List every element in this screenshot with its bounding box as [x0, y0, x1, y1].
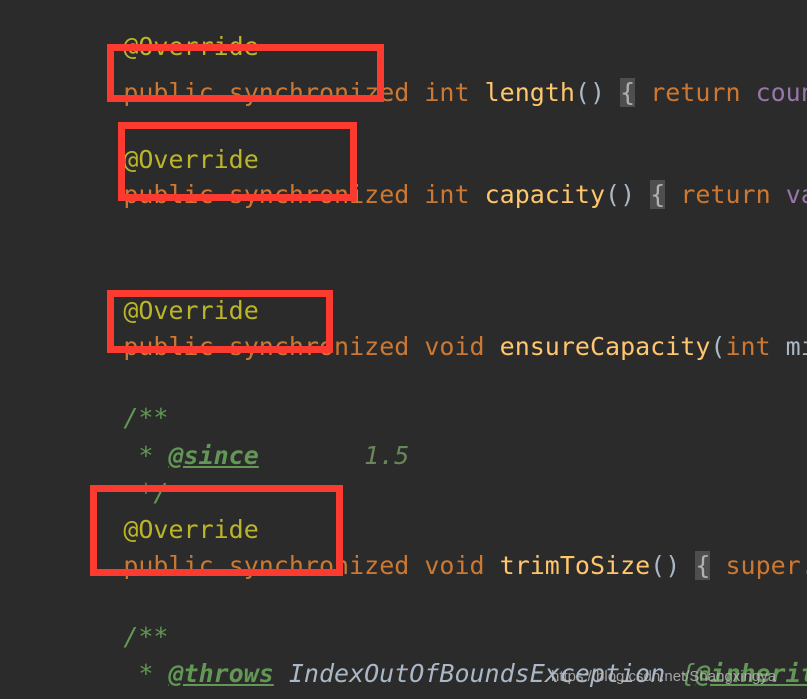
method-name-trimtosize: trimToSize: [499, 551, 651, 580]
keyword-public: public: [123, 332, 214, 361]
code-line-capacity-signature: public synchronized int capacity() { ret…: [33, 150, 807, 240]
param-minimumcapacity: minimumCapa: [785, 332, 807, 361]
keyword-int: int: [424, 78, 470, 107]
parens-trimtosize: (): [650, 551, 681, 580]
csdn-watermark: https://blog.csdn.net/Shangxingya: [551, 668, 777, 685]
field-count: count: [755, 78, 807, 107]
code-screenshot: @Override public synchronized int length…: [0, 0, 807, 699]
keyword-void: void: [424, 332, 485, 361]
keyword-synchronized: synchronized: [228, 78, 410, 107]
keyword-synchronized: synchronized: [228, 332, 410, 361]
keyword-synchronized: synchronized: [228, 180, 410, 209]
javadoc-since-value: 1.5: [364, 441, 410, 470]
keyword-synchronized: synchronized: [228, 551, 410, 580]
method-name-ensurecapacity: ensureCapacity: [499, 332, 711, 361]
javadoc-gap: [259, 441, 364, 470]
keyword-return-length: return: [650, 78, 741, 107]
keyword-int-param: int: [725, 332, 771, 361]
paren-open-ensurecapacity: (: [710, 332, 726, 361]
member-trimtosize-call: .trimToSiz: [801, 551, 807, 580]
keyword-return-capacity: return: [680, 180, 771, 209]
field-value: value: [785, 180, 807, 209]
method-name-length: length: [484, 78, 575, 107]
javadoc-tag-since: @since: [168, 441, 259, 470]
keyword-super: super: [725, 551, 801, 580]
keyword-int: int: [424, 180, 470, 209]
brace-open-highlight-capacity: {: [650, 180, 666, 209]
brace-open-highlight-length: {: [620, 78, 636, 107]
brace-open-highlight-trimtosize: {: [695, 551, 711, 580]
parens-capacity: (): [605, 180, 636, 209]
method-name-capacity: capacity: [484, 180, 606, 209]
keyword-public: public: [123, 180, 214, 209]
keyword-public: public: [123, 78, 214, 107]
keyword-public: public: [123, 551, 214, 580]
parens-length: (): [574, 78, 606, 107]
code-line-javadoc-see: * @see #length(): [33, 666, 499, 699]
keyword-void: void: [424, 551, 485, 580]
code-editor-viewport[interactable]: @Override public synchronized int length…: [0, 0, 807, 699]
